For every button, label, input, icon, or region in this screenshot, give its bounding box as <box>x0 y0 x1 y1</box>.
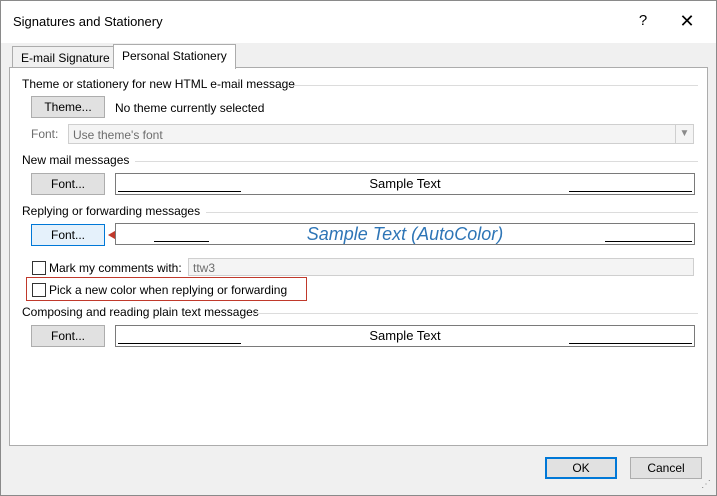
new-mail-font-button[interactable]: Font... <box>31 173 105 195</box>
pick-color-label: Pick a new color when replying or forwar… <box>49 283 288 297</box>
resize-grip-icon[interactable]: ⋰ <box>701 479 711 490</box>
reply-sample-box: Sample Text (AutoColor) <box>115 223 695 245</box>
tab-email-signature[interactable]: E-mail Signature <box>12 46 119 67</box>
mark-comments-value: ttw3 <box>193 261 216 275</box>
plain-text-heading: Composing and reading plain text message… <box>22 305 259 319</box>
sample-underline <box>569 343 692 344</box>
personal-stationery-panel: Theme or stationery for new HTML e-mail … <box>9 67 708 446</box>
sample-underline <box>605 241 692 242</box>
mark-comments-input[interactable]: ttw3 <box>188 258 694 276</box>
mark-comments-label: Mark my comments with: <box>49 261 182 275</box>
title-bar: Signatures and Stationery ? ✕ <box>1 1 716 43</box>
sample-underline <box>118 191 241 192</box>
new-mail-heading: New mail messages <box>22 153 130 167</box>
help-button[interactable]: ? <box>633 11 653 31</box>
section-divider <box>288 85 698 86</box>
sample-underline <box>569 191 692 192</box>
ok-button[interactable]: OK <box>545 457 617 479</box>
mark-comments-checkbox[interactable] <box>32 261 46 275</box>
signatures-dialog: Signatures and Stationery ? ✕ E-mail Sig… <box>0 0 717 496</box>
theme-section-heading: Theme or stationery for new HTML e-mail … <box>22 77 295 91</box>
new-mail-sample-text: Sample Text <box>369 176 441 191</box>
tab-personal-stationery[interactable]: Personal Stationery <box>113 44 236 69</box>
dialog-title: Signatures and Stationery <box>13 14 163 29</box>
reply-heading: Replying or forwarding messages <box>22 204 201 218</box>
cancel-button[interactable]: Cancel <box>630 457 702 479</box>
section-divider <box>206 212 698 213</box>
theme-status-text: No theme currently selected <box>115 101 265 115</box>
section-divider <box>135 161 698 162</box>
plain-text-sample-box: Sample Text <box>115 325 695 347</box>
chevron-down-icon[interactable]: ▼ <box>675 125 693 143</box>
close-button[interactable]: ✕ <box>675 9 699 33</box>
theme-button[interactable]: Theme... <box>31 96 105 118</box>
plain-text-sample-text: Sample Text <box>369 328 441 343</box>
pick-color-checkbox[interactable] <box>32 283 46 297</box>
section-divider <box>253 313 698 314</box>
plain-text-font-button[interactable]: Font... <box>31 325 105 347</box>
new-mail-sample-box: Sample Text <box>115 173 695 195</box>
font-label: Font: <box>31 127 59 141</box>
theme-font-value: Use theme's font <box>73 128 163 142</box>
sample-underline <box>154 241 209 242</box>
theme-font-select[interactable]: Use theme's font ▼ <box>68 124 694 144</box>
reply-font-button[interactable]: Font... <box>31 224 105 246</box>
sample-underline <box>118 343 241 344</box>
reply-sample-text: Sample Text (AutoColor) <box>306 224 504 244</box>
